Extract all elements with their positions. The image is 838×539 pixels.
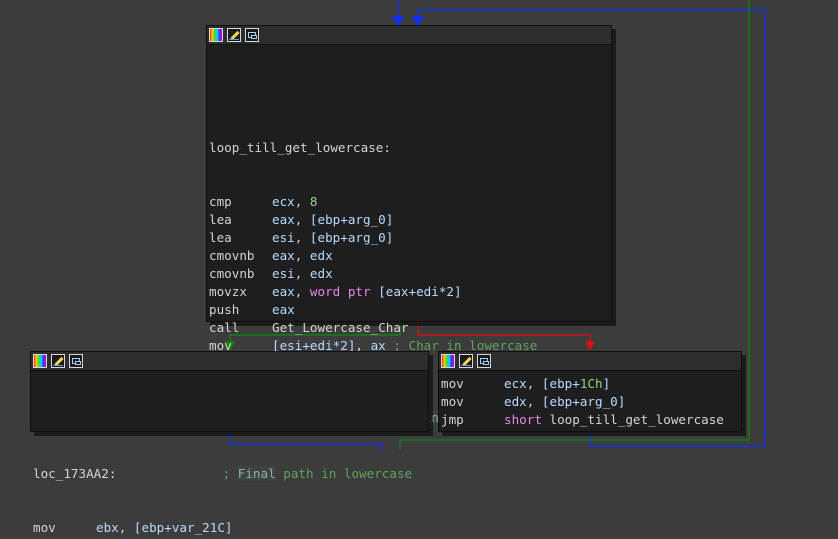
main-block-label[interactable]: loop_till_get_lowercase: (209, 139, 611, 157)
operand-token[interactable]: ebx (96, 520, 119, 535)
graph-icon[interactable] (69, 354, 83, 368)
operand-token: , (526, 376, 542, 391)
operand-token[interactable]: esi (272, 230, 295, 245)
operand-token[interactable]: word ptr (310, 284, 371, 299)
operand-token: , (294, 212, 310, 227)
graph-icon[interactable] (245, 28, 259, 42)
instruction-line[interactable]: cmovnb esi, edx (209, 265, 611, 283)
operand-token: , (526, 394, 542, 409)
left-block-label[interactable]: loc_173AA2: ; Final path in lowercase (33, 465, 428, 483)
left-basic-block[interactable]: loc_173AA2: ; Final path in lowercase mo… (30, 351, 429, 535)
operand-token: , (118, 520, 134, 535)
instruction-line[interactable]: mov ebx, [ebp+var_21C] (33, 519, 428, 537)
operand-token[interactable]: edx (504, 394, 527, 409)
operand-token[interactable]: eax (272, 248, 295, 263)
palette-icon[interactable] (33, 354, 47, 368)
palette-icon[interactable] (441, 354, 455, 368)
mnemonic[interactable]: mov (33, 519, 96, 537)
operand-token[interactable]: [ebp+var_21C] (134, 520, 233, 535)
instruction-line[interactable]: movzx eax, word ptr [eax+edi*2] (209, 283, 611, 301)
left-block-code: loc_173AA2: ; Final path in lowercase mo… (31, 371, 428, 539)
palette-icon[interactable] (209, 28, 223, 42)
operand-token: , (294, 194, 310, 209)
operand-token[interactable]: 8 (310, 194, 318, 209)
instruction-line[interactable]: mov edx, [ebp+arg_0] (441, 393, 741, 411)
mnemonic[interactable]: cmovnb (209, 265, 272, 283)
operand-token: , (294, 248, 310, 263)
loop-label[interactable]: loop_till_get_lowercase: (209, 140, 391, 155)
instruction-line[interactable]: lea eax, [ebp+arg_0] (209, 211, 611, 229)
right-block-header (439, 352, 741, 371)
mnemonic[interactable]: jmp (441, 411, 504, 429)
comment-highlight: Final (237, 466, 276, 481)
pencil-icon[interactable] (459, 354, 473, 368)
instruction-line[interactable]: jmp short loop_till_get_lowercase (441, 411, 741, 429)
operand-token[interactable]: [eax+edi*2] (378, 284, 461, 299)
right-basic-block[interactable]: mov ecx, [ebp+1Ch] mov edx, [ebp+arg_0] jmp s… (438, 351, 742, 432)
mnemonic[interactable]: lea (209, 229, 272, 247)
operand-token[interactable]: loop_till_get_lowercase (542, 412, 724, 427)
operand-token[interactable]: Get_Lowercase_Char (272, 320, 408, 335)
mnemonic[interactable]: movzx (209, 283, 272, 301)
operand-token[interactable]: 1Ch (580, 376, 603, 391)
operand-token[interactable]: short (504, 412, 542, 427)
instruction-line[interactable]: call Get_Lowercase_Char (209, 319, 611, 337)
operand-token: , (294, 266, 310, 281)
operand-token[interactable]: ecx (504, 376, 527, 391)
operand-token[interactable]: [ebp+arg_0] (310, 212, 393, 227)
mnemonic[interactable]: push (209, 301, 272, 319)
operand-token[interactable]: ] (603, 376, 611, 391)
loc-label[interactable]: loc_173AA2: (33, 466, 116, 481)
pencil-icon[interactable] (227, 28, 241, 42)
left-block-header (31, 352, 428, 371)
mnemonic[interactable]: cmovnb (209, 247, 272, 265)
graph-icon[interactable] (477, 354, 491, 368)
operand-token[interactable]: eax (272, 302, 295, 317)
mnemonic[interactable]: mov (441, 393, 504, 411)
operand-token[interactable]: [ebp+arg_0] (310, 230, 393, 245)
operand-token[interactable]: edx (310, 248, 333, 263)
operand-token[interactable]: esi (272, 266, 295, 281)
comment-rest: path in lowercase (275, 466, 413, 481)
operand-token[interactable]: [ebp+ (542, 376, 580, 391)
mnemonic[interactable]: cmp (209, 193, 272, 211)
operand-token[interactable]: eax (272, 212, 295, 227)
instruction-line[interactable]: lea esi, [ebp+arg_0] (209, 229, 611, 247)
operand-token: , (294, 230, 310, 245)
label-gap (116, 466, 222, 481)
operand-token[interactable]: eax (272, 284, 295, 299)
operand-token[interactable]: ecx (272, 194, 295, 209)
comment-prefix: ; (222, 466, 238, 481)
operand-token[interactable]: [ebp+arg_0] (542, 394, 625, 409)
mnemonic[interactable]: call (209, 319, 272, 337)
mnemonic[interactable]: mov (441, 375, 504, 393)
pencil-icon[interactable] (51, 354, 65, 368)
operand-token: , (294, 284, 310, 299)
instruction-line[interactable]: cmp ecx, 8 (209, 193, 611, 211)
instruction-line[interactable]: push eax (209, 301, 611, 319)
operand-token[interactable]: edx (310, 266, 333, 281)
instruction-line[interactable]: mov ecx, [ebp+1Ch] (441, 375, 741, 393)
main-block-header (207, 26, 611, 45)
mnemonic[interactable]: lea (209, 211, 272, 229)
main-basic-block[interactable]: loop_till_get_lowercase: cmp ecx, 8 lea eax… (206, 25, 612, 425)
instruction-line[interactable]: cmovnb eax, edx (209, 247, 611, 265)
right-block-code: mov ecx, [ebp+1Ch] mov edx, [ebp+arg_0] jmp s… (439, 371, 741, 431)
